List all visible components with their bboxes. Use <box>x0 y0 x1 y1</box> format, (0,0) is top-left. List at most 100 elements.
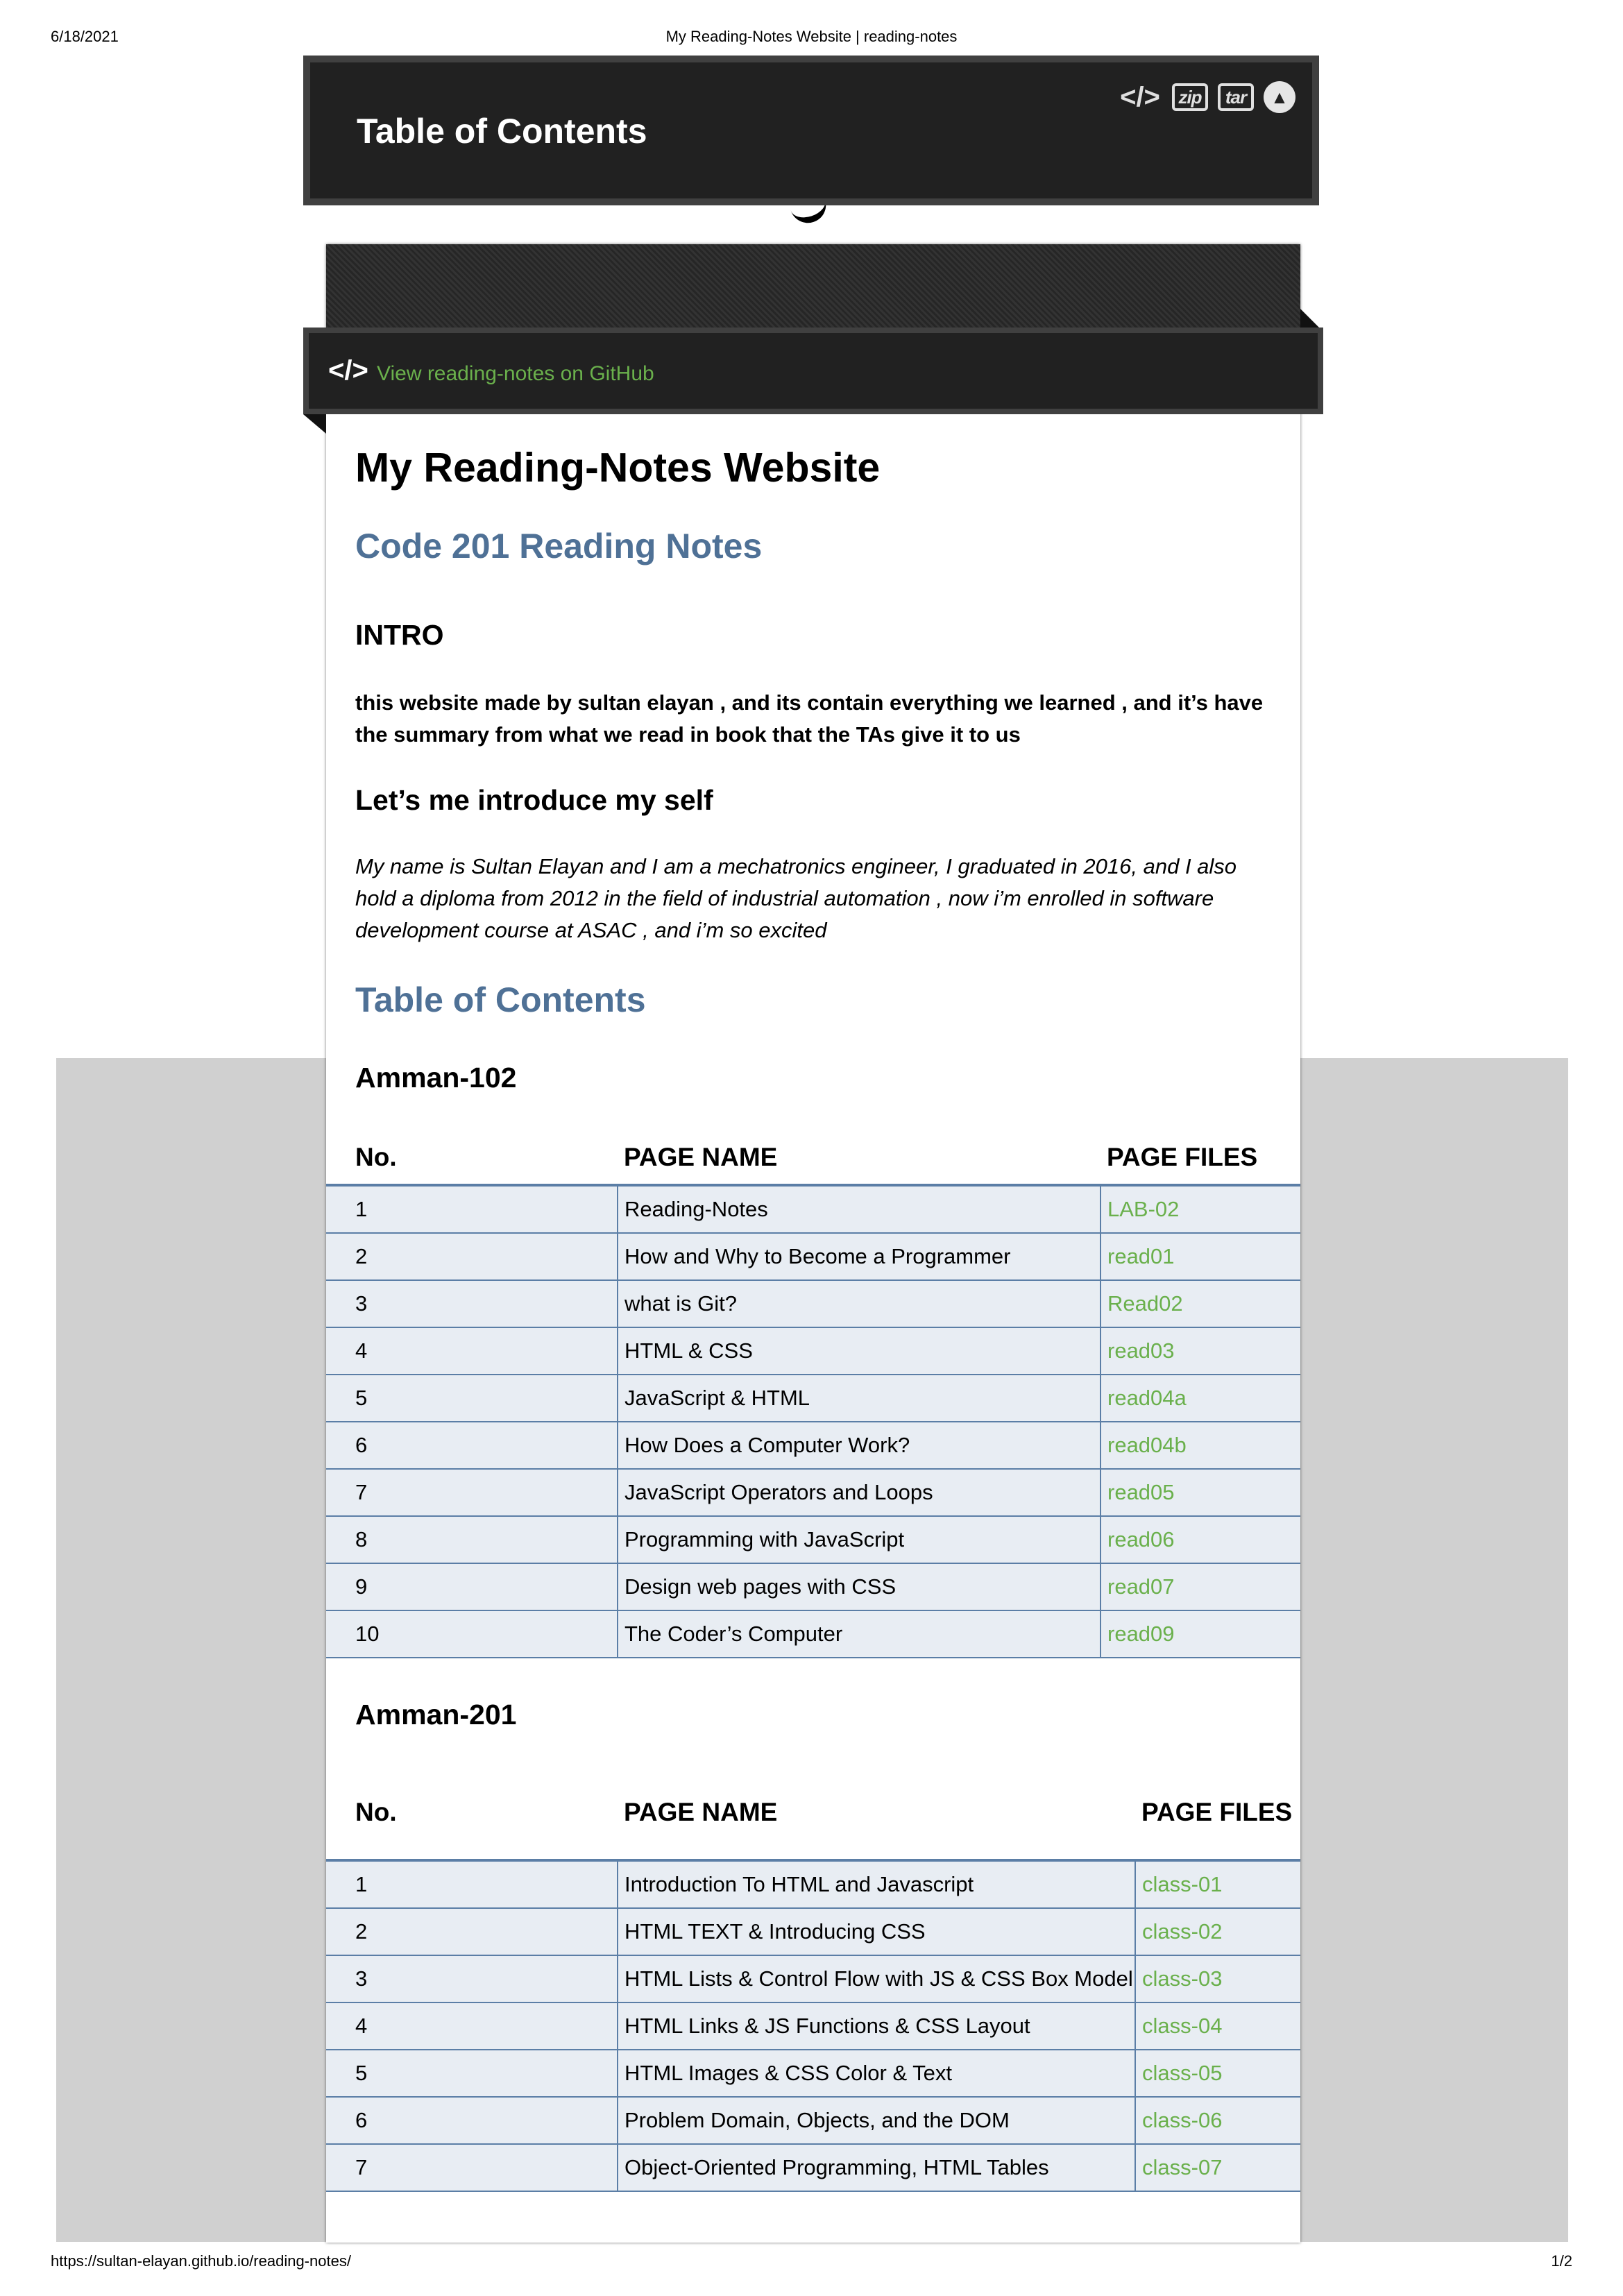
row-number: 6 <box>326 2096 618 2145</box>
row-number: 2 <box>326 1232 618 1281</box>
page-name-cell: what is Git? <box>617 1279 1101 1328</box>
toc-bar-icons: </> zip tar ▲ <box>1118 79 1295 115</box>
row-number: 3 <box>326 1279 618 1328</box>
table-row: 4 HTML & CSS read03 <box>326 1327 1300 1375</box>
page-file-link[interactable]: class-02 <box>1142 1919 1222 1944</box>
tar-download-icon[interactable]: tar <box>1218 83 1254 111</box>
intro-heading: INTRO <box>355 619 444 651</box>
table-row: 6 How Does a Computer Work? read04b <box>326 1421 1300 1470</box>
page-file-link[interactable]: read07 <box>1107 1574 1175 1599</box>
page-file-cell: class-03 <box>1135 1955 1300 2003</box>
row-number: 1 <box>326 1860 618 1909</box>
page-name-cell: HTML TEXT & Introducing CSS <box>617 1907 1136 1956</box>
row-number: 2 <box>326 1907 618 1956</box>
page-name-cell: Programming with JavaScript <box>617 1515 1101 1564</box>
page-file-link[interactable]: read04a <box>1107 1386 1187 1410</box>
row-number: 6 <box>326 1421 618 1470</box>
zip-download-icon[interactable]: zip <box>1172 83 1208 111</box>
print-page-number: 1/2 <box>1551 2252 1572 2270</box>
page-file-link[interactable]: class-01 <box>1142 1872 1222 1896</box>
table-row: 7 JavaScript Operators and Loops read05 <box>326 1468 1300 1517</box>
page-name-cell: JavaScript Operators and Loops <box>617 1468 1101 1517</box>
code-icon: </> <box>328 355 368 386</box>
page-file-link[interactable]: read05 <box>1107 1480 1175 1504</box>
page-file-link[interactable]: LAB-02 <box>1107 1197 1179 1221</box>
page-name-cell: HTML Links & JS Functions & CSS Layout <box>617 2002 1136 2050</box>
page-file-cell: read03 <box>1100 1327 1300 1375</box>
table-row: 7 Object-Oriented Programming, HTML Table… <box>326 2143 1300 2192</box>
page-file-cell: class-05 <box>1135 2049 1300 2098</box>
row-number: 4 <box>326 1327 618 1375</box>
row-number: 10 <box>326 1610 618 1658</box>
page-file-link[interactable]: read04b <box>1107 1433 1187 1457</box>
row-number: 3 <box>326 1955 618 2003</box>
page-file-cell: read05 <box>1100 1468 1300 1517</box>
page-file-cell: class-01 <box>1135 1860 1300 1909</box>
page-name-cell: The Coder’s Computer <box>617 1610 1101 1658</box>
column-header-page-name: PAGE NAME <box>624 1143 778 1171</box>
table-row: 2 HTML TEXT & Introducing CSS class-02 <box>326 1907 1300 1956</box>
code-icon[interactable]: </> <box>1118 79 1162 115</box>
section-title-amman-201: Amman-201 <box>355 1699 517 1730</box>
page-file-cell: class-06 <box>1135 2096 1300 2145</box>
page-name-cell: HTML Images & CSS Color & Text <box>617 2049 1136 2098</box>
page-file-link[interactable]: read06 <box>1107 1527 1175 1551</box>
page-file-link[interactable]: class-03 <box>1142 1966 1222 1991</box>
column-header-page-name: PAGE NAME <box>624 1798 778 1826</box>
print-page-title: My Reading-Notes Website | reading-notes <box>665 28 958 45</box>
table-row: 1 Reading-Notes LAB-02 <box>326 1184 1300 1234</box>
column-header-no: No. <box>355 1143 397 1171</box>
page-name-cell: Reading-Notes <box>617 1184 1101 1234</box>
table-row: 2 How and Why to Become a Programmer read0… <box>326 1232 1300 1281</box>
row-number: 5 <box>326 1374 618 1422</box>
toc-heading: Table of Contents <box>355 980 646 1019</box>
page-name-cell: Design web pages with CSS <box>617 1563 1101 1611</box>
page-file-cell: read06 <box>1100 1515 1300 1564</box>
page-file-cell: read09 <box>1100 1610 1300 1658</box>
table-row: 3 what is Git? Read02 <box>326 1279 1300 1328</box>
page-file-link[interactable]: class-06 <box>1142 2108 1222 2132</box>
page-file-link[interactable]: Read02 <box>1107 1291 1183 1316</box>
table-row: 3 HTML Lists & Control Flow with JS & CSS… <box>326 1955 1300 2003</box>
table-row: 6 Problem Domain, Objects, and the DOM cla… <box>326 2096 1300 2145</box>
scroll-up-icon[interactable]: ▲ <box>1264 81 1295 113</box>
table-row: 5 JavaScript & HTML read04a <box>326 1374 1300 1422</box>
page-name-cell: Problem Domain, Objects, and the DOM <box>617 2096 1136 2145</box>
column-header-page-files: PAGE FILES <box>1141 1798 1293 1826</box>
table-row: 1 Introduction To HTML and Javascript clas… <box>326 1860 1300 1909</box>
github-ribbon: </> View reading-notes on GitHub <box>303 328 1323 414</box>
page-file-cell: class-07 <box>1135 2143 1300 2192</box>
page-file-cell: read01 <box>1100 1232 1300 1281</box>
intro-text: this website made by sultan elayan , and… <box>355 690 1264 747</box>
row-number: 7 <box>326 2143 618 2192</box>
table-row: 8 Programming with JavaScript read06 <box>326 1515 1300 1564</box>
view-on-github-link[interactable]: View reading-notes on GitHub <box>377 362 654 386</box>
page-file-link[interactable]: class-07 <box>1142 2155 1222 2179</box>
page-file-cell: read07 <box>1100 1563 1300 1611</box>
page-file-link[interactable]: read03 <box>1107 1338 1175 1363</box>
row-number: 5 <box>326 2049 618 2098</box>
page-name-cell: HTML Lists & Control Flow with JS & CSS … <box>617 1955 1136 2003</box>
page-name-cell: HTML & CSS <box>617 1327 1101 1375</box>
about-heading: Let’s me introduce my self <box>355 784 713 816</box>
toc-bar-title: Table of Contents <box>357 112 647 151</box>
column-header-page-files: PAGE FILES <box>1107 1143 1258 1171</box>
page-file-link[interactable]: class-05 <box>1142 2061 1222 2085</box>
page-name-cell: How and Why to Become a Programmer <box>617 1232 1101 1281</box>
page-file-link[interactable]: read09 <box>1107 1622 1175 1646</box>
page-file-link[interactable]: read01 <box>1107 1244 1175 1268</box>
ribbon-fold-left <box>303 414 326 434</box>
page-name-cell: How Does a Computer Work? <box>617 1421 1101 1470</box>
page-file-cell: LAB-02 <box>1100 1184 1300 1234</box>
page-file-cell: Read02 <box>1100 1279 1300 1328</box>
section-title-amman-102: Amman-102 <box>355 1062 517 1094</box>
about-text: My name is Sultan Elayan and I am a mech… <box>355 854 1237 942</box>
page-file-link[interactable]: class-04 <box>1142 2014 1222 2038</box>
row-number: 9 <box>326 1563 618 1611</box>
table-row: 5 HTML Images & CSS Color & Text class-05 <box>326 2049 1300 2098</box>
column-header-no: No. <box>355 1798 397 1826</box>
row-number: 7 <box>326 1468 618 1517</box>
row-number: 4 <box>326 2002 618 2050</box>
table-amman-102: No. PAGE NAME PAGE FILES 1 Reading-Notes L… <box>326 1131 1300 1658</box>
page-name-cell: Introduction To HTML and Javascript <box>617 1860 1136 1909</box>
